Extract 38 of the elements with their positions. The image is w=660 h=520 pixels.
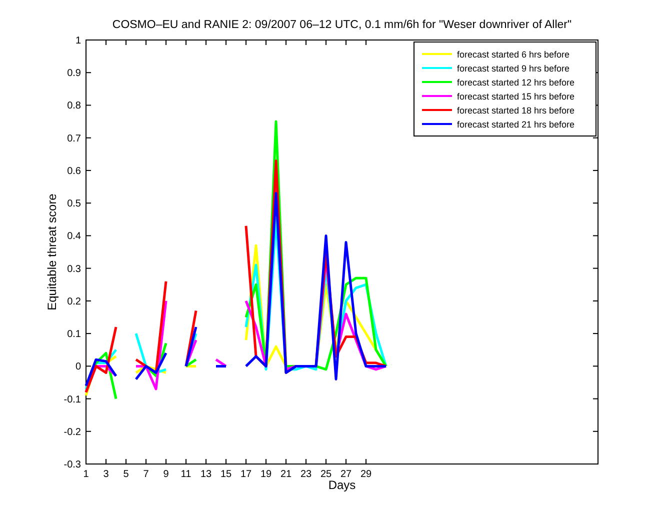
- y-tick-label: 0.3: [67, 264, 81, 275]
- y-tick-label: -0.1: [64, 394, 81, 406]
- x-axis-label: Days: [328, 478, 356, 492]
- y-tick-label: 0.5: [67, 198, 81, 210]
- chart-title: COSMO–EU and RANIE 2: 09/2007 06–12 UTC, 0.1 mm/6h for "Weser downriver of Aller": [112, 19, 572, 31]
- y-tick-label: 0.7: [67, 133, 81, 144]
- y-tick-label: 0.4: [67, 231, 81, 242]
- y-axis-label: Equitable threat score: [45, 194, 59, 310]
- x-tick-label: 15: [220, 469, 232, 480]
- legend-label: forecast started 6 hrs before: [457, 50, 570, 60]
- y-tick-label: 1: [75, 36, 81, 46]
- y-tick-label: 0.2: [67, 296, 81, 308]
- x-tick-label: 29: [360, 469, 372, 480]
- x-tick-label: 11: [180, 469, 192, 480]
- x-tick-label: 7: [143, 469, 149, 480]
- y-tick-label: 0: [75, 362, 81, 373]
- legend-label: forecast started 18 hrs before: [457, 106, 575, 116]
- x-tick-label: 9: [163, 469, 169, 480]
- x-tick-label: 17: [240, 469, 252, 480]
- y-tick-label: 0.1: [67, 329, 81, 340]
- x-tick-label: 25: [320, 469, 332, 480]
- x-tick-label: 19: [260, 469, 272, 480]
- x-tick-label: 23: [300, 469, 312, 480]
- x-tick-label: 21: [280, 469, 292, 480]
- y-tick-label: 0.6: [67, 166, 81, 177]
- y-tick-label: 0.9: [67, 68, 81, 80]
- y-tick-label: -0.2: [64, 426, 81, 438]
- legend-label: forecast started 9 hrs before: [457, 64, 570, 74]
- y-tick-label: -0.3: [64, 460, 81, 470]
- x-tick-label: 13: [200, 469, 212, 480]
- x-tick-label: 27: [340, 469, 352, 480]
- y-tick-label: 0.8: [67, 100, 81, 112]
- x-tick-label: 3: [103, 469, 109, 480]
- x-tick-label: 1: [83, 469, 89, 480]
- legend-label: forecast started 12 hrs before: [457, 78, 575, 88]
- legend-label: forecast started 21 hrs before: [457, 120, 575, 130]
- x-tick-label: 5: [123, 469, 129, 480]
- legend-label: forecast started 15 hrs before: [457, 92, 575, 102]
